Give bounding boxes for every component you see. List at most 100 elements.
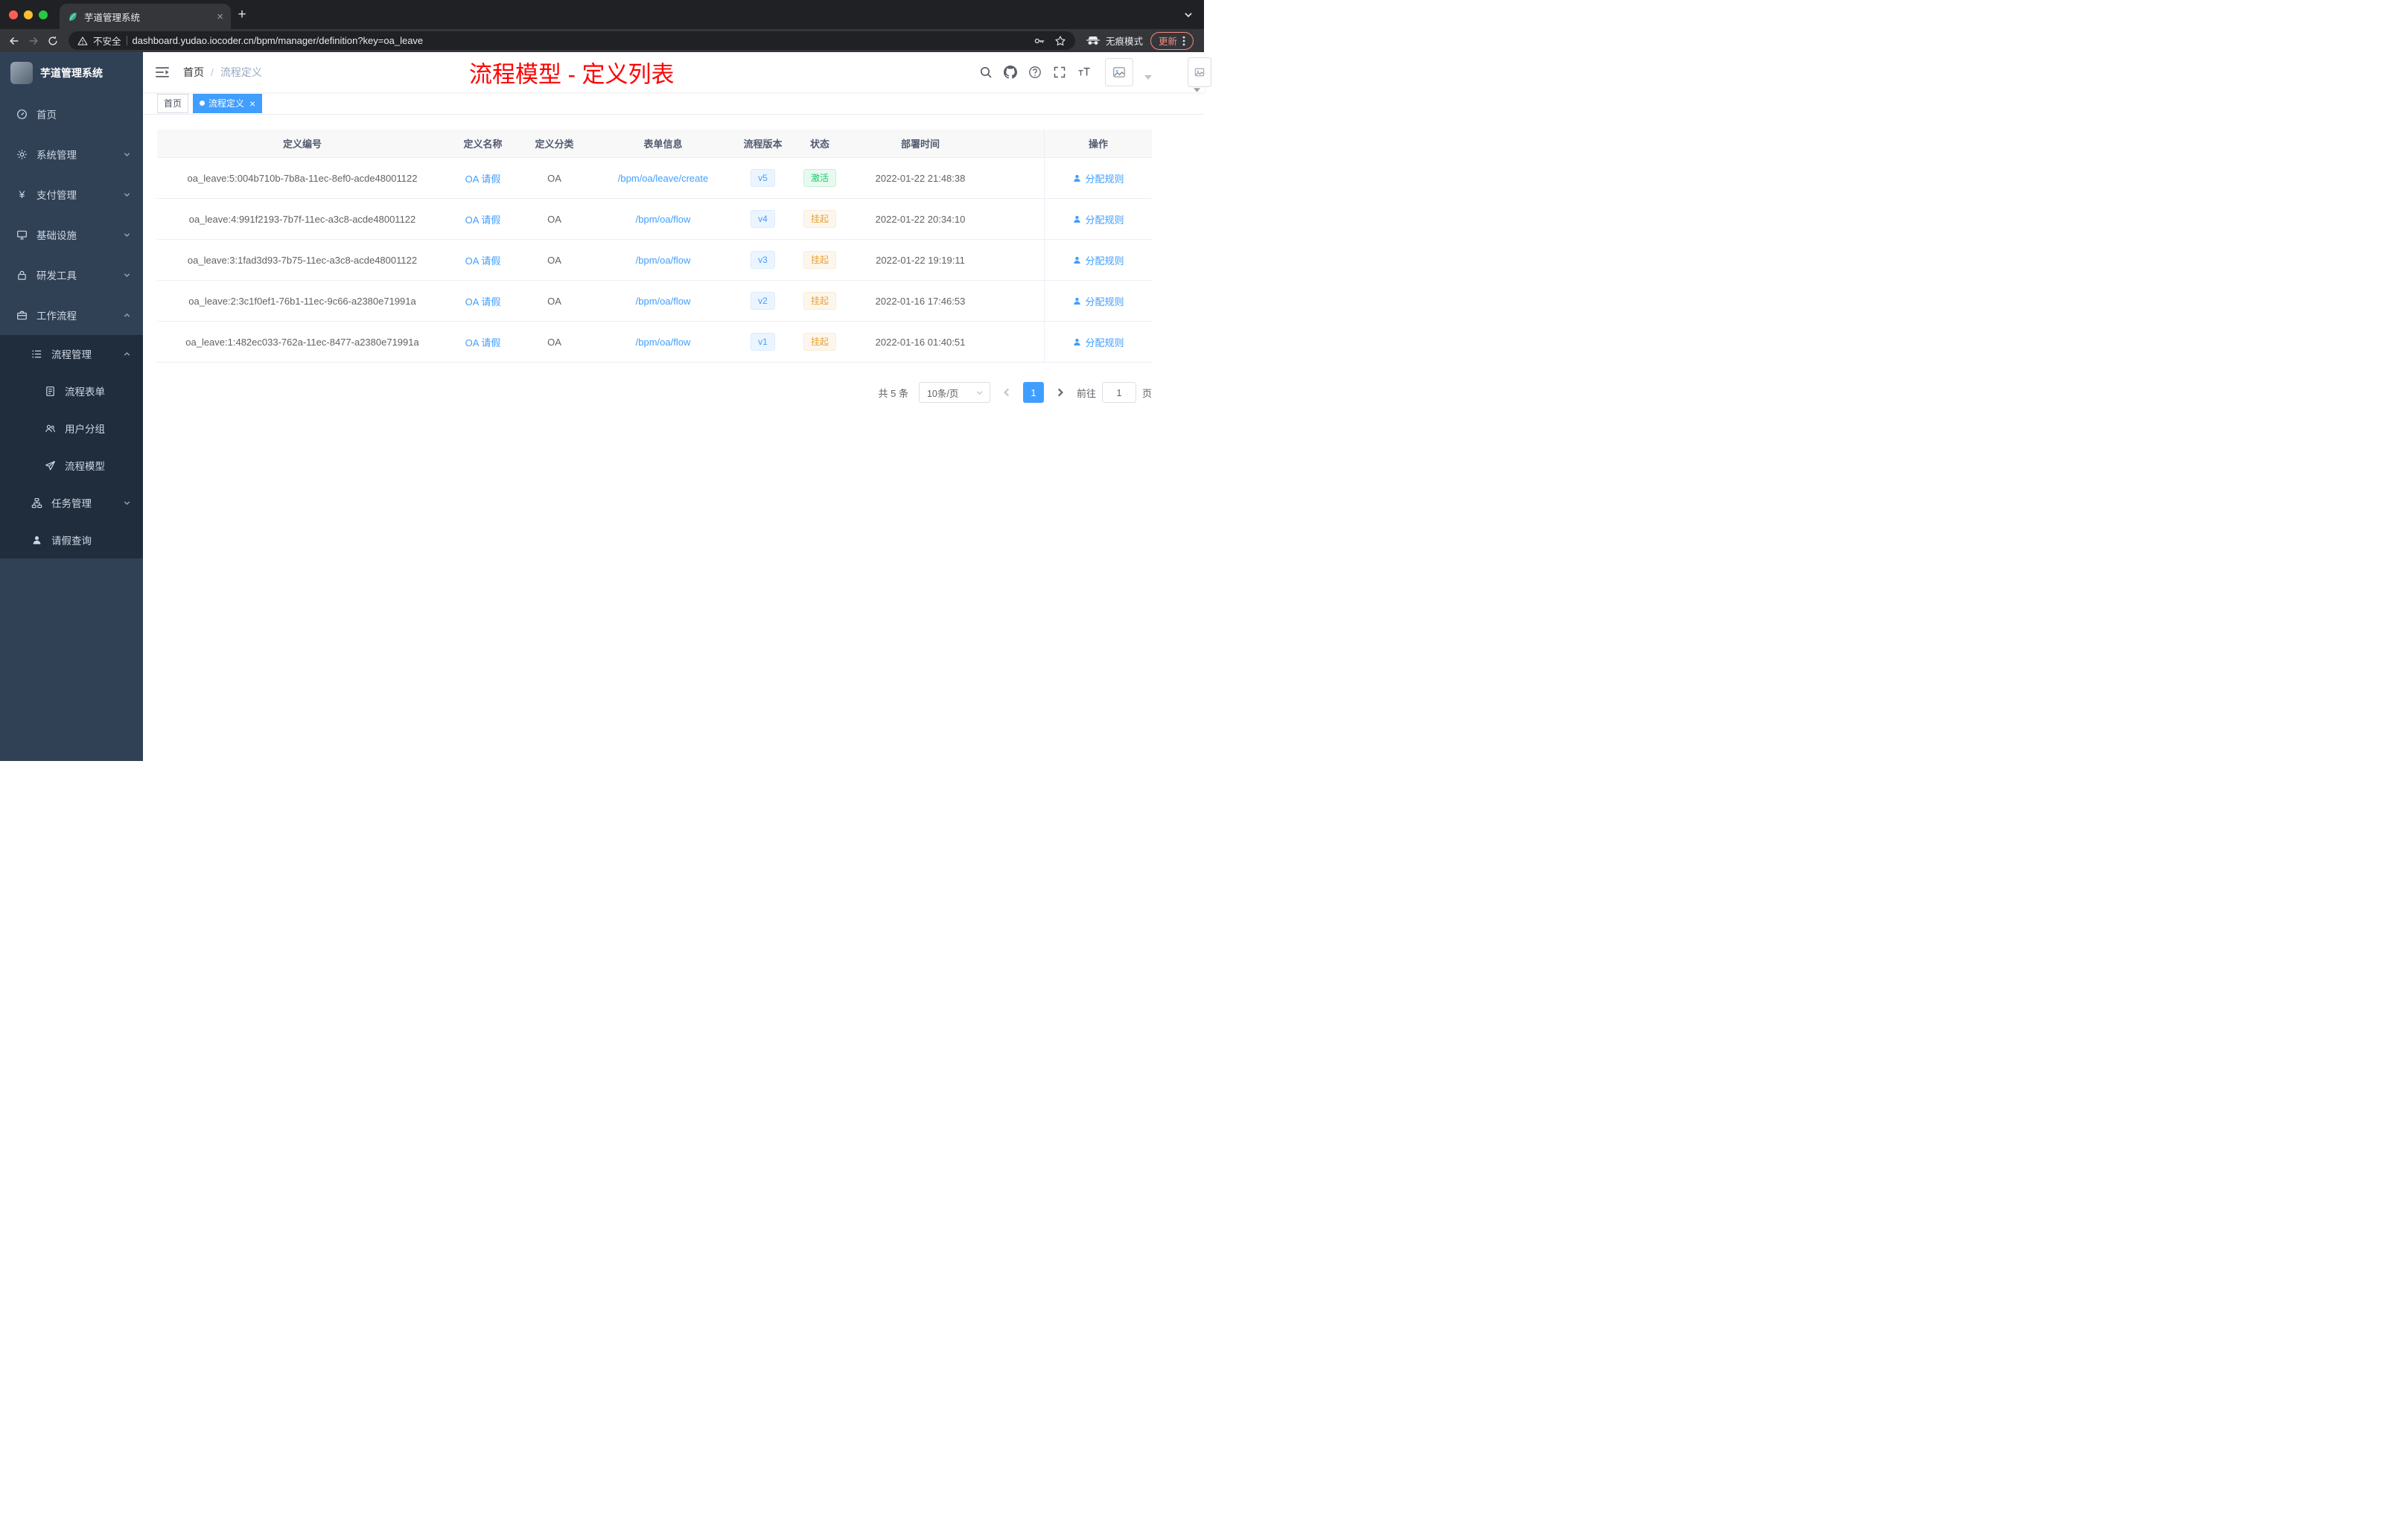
form-info-link[interactable]: /bpm/oa/flow (636, 214, 691, 225)
github-icon[interactable] (1004, 66, 1017, 79)
status-tag: 挂起 (803, 251, 836, 269)
form-info-link[interactable]: /bpm/oa/leave/create (618, 173, 708, 184)
side-caret-down-icon[interactable] (1194, 88, 1200, 92)
goto-page-input[interactable] (1101, 382, 1136, 403)
app: 芋道管理系统 首页 系统管理 ¥ 支付管理 基础设施 研发工具 工作流程 流程管… (0, 52, 1211, 761)
user-icon (1072, 337, 1082, 347)
deploy-time: 2022-01-16 01:40:51 (875, 336, 966, 348)
next-page-icon[interactable] (1054, 386, 1066, 398)
reload-icon[interactable] (43, 31, 63, 51)
security-label[interactable]: 不安全 (93, 34, 121, 48)
update-button[interactable]: 更新 (1150, 31, 1194, 50)
forward-icon[interactable] (24, 31, 43, 51)
col-deploy-time: 部署时间 (900, 138, 940, 150)
tag-close-icon[interactable]: × (249, 98, 255, 109)
tool-icon (16, 270, 28, 281)
sidebar-item-9[interactable]: 流程模型 (0, 447, 143, 484)
sidebar-item-10[interactable]: 任务管理 (0, 484, 143, 521)
side-panel-handle[interactable] (1188, 57, 1211, 87)
status-tag: 挂起 (803, 333, 836, 351)
fullscreen-icon[interactable] (1053, 66, 1066, 79)
page-size-value: 10条/页 (926, 388, 959, 399)
sidebar-item-11[interactable]: 请假查询 (0, 521, 143, 558)
sidebar-item-7[interactable]: 流程表单 (0, 372, 143, 410)
col-form-info: 表单信息 (643, 138, 683, 150)
form-info-link[interactable]: /bpm/oa/flow (636, 296, 691, 307)
url-text[interactable]: dashboard.yudao.iocoder.cn/bpm/manager/d… (133, 35, 424, 46)
sidebar-item-8[interactable]: 用户分组 (0, 410, 143, 447)
sidebar-item-3[interactable]: 基础设施 (0, 214, 143, 255)
avatar[interactable] (1105, 58, 1133, 86)
logo-title: 芋道管理系统 (40, 67, 103, 79)
not-secure-warning-icon (77, 36, 88, 46)
sidebar-item-2[interactable]: ¥ 支付管理 (0, 174, 143, 214)
form-info-link[interactable]: /bpm/oa/flow (636, 337, 691, 348)
sidebar-item-6[interactable]: 流程管理 (0, 335, 143, 372)
usergroup-icon (45, 423, 56, 434)
new-tab-button[interactable]: + (231, 4, 253, 26)
user-icon (1072, 214, 1082, 224)
app-header: 首页 / 流程定义 流程模型 - 定义列表 (143, 52, 1211, 92)
sidebar-item-0[interactable]: 首页 (0, 94, 143, 134)
user-icon (1072, 255, 1082, 265)
assign-rule-link[interactable]: 分配规则 (1072, 212, 1124, 226)
definition-id: oa_leave:1:482ec033-762a-11ec-8477-a2380… (185, 336, 419, 348)
form-info-link[interactable]: /bpm/oa/flow (636, 255, 691, 266)
definition-category: OA (547, 213, 561, 225)
sidebar-item-4[interactable]: 研发工具 (0, 255, 143, 295)
sidebar-menu: 首页 系统管理 ¥ 支付管理 基础设施 研发工具 工作流程 流程管理 流程表单 … (0, 94, 143, 761)
definition-name-link[interactable]: OA 请假 (465, 294, 501, 308)
bookmark-star-icon[interactable] (1054, 35, 1066, 47)
tag-process-definition[interactable]: 流程定义 × (193, 93, 263, 113)
tab-title: 芋道管理系统 (84, 12, 141, 23)
version-tag: v3 (751, 251, 775, 269)
tab-strip: 芋道管理系统 × + (0, 0, 1204, 29)
sidebar-item-1[interactable]: 系统管理 (0, 134, 143, 174)
chevron-up-icon (123, 350, 131, 358)
assign-rule-link[interactable]: 分配规则 (1072, 335, 1124, 349)
sidebar-logo[interactable]: 芋道管理系统 (0, 52, 143, 94)
tab-close-icon[interactable]: × (217, 11, 223, 22)
plane-icon (45, 460, 56, 471)
question-icon[interactable] (1028, 66, 1042, 79)
select-chevron-down-icon (975, 389, 984, 397)
sidebar-item-label: 首页 (36, 109, 57, 121)
search-icon[interactable] (979, 66, 993, 79)
page-1-button[interactable]: 1 (1022, 382, 1044, 403)
assign-rule-link[interactable]: 分配规则 (1072, 253, 1124, 267)
user-icon (1072, 173, 1082, 183)
definition-name-link[interactable]: OA 请假 (465, 171, 501, 185)
hamburger-icon[interactable] (155, 66, 170, 79)
assign-rule-link[interactable]: 分配规则 (1072, 171, 1124, 185)
browser-menu-dots-icon[interactable] (1182, 36, 1185, 46)
table-row: oa_leave:1:482ec033-762a-11ec-8477-a2380… (157, 322, 1152, 363)
tab-search-chevron-icon[interactable] (1183, 10, 1194, 20)
close-window-button[interactable] (9, 10, 18, 19)
prev-page-icon[interactable] (1001, 386, 1013, 398)
definition-name-link[interactable]: OA 请假 (465, 335, 501, 349)
definition-name-link[interactable]: OA 请假 (465, 253, 501, 267)
red-annotation-title: 流程模型 - 定义列表 (469, 61, 675, 88)
sidebar-item-5[interactable]: 工作流程 (0, 295, 143, 335)
zoom-window-button[interactable] (39, 10, 48, 19)
definition-name-link[interactable]: OA 请假 (465, 212, 501, 226)
tags-view: 首页 流程定义 × (143, 92, 1204, 115)
avatar-caret-down-icon[interactable] (1144, 75, 1152, 80)
minimize-window-button[interactable] (24, 10, 33, 19)
address-bar[interactable]: 不安全 dashboard.yudao.iocoder.cn/bpm/manag… (69, 31, 1075, 50)
sidebar-item-label: 流程管理 (51, 349, 92, 360)
deploy-time: 2022-01-16 17:46:53 (875, 295, 966, 307)
update-label: 更新 (1158, 36, 1177, 47)
key-icon[interactable] (1033, 35, 1045, 47)
broken-image-icon (1112, 66, 1126, 79)
briefcase-icon (16, 310, 28, 321)
fontsize-icon[interactable] (1077, 66, 1091, 79)
form-icon (45, 386, 56, 397)
goto-page: 前往 页 (1077, 382, 1152, 403)
assign-rule-link[interactable]: 分配规则 (1072, 294, 1124, 308)
back-icon[interactable] (4, 31, 24, 51)
page-size-select[interactable]: 10条/页 (918, 382, 990, 403)
tag-home[interactable]: 首页 (157, 93, 189, 113)
breadcrumb-home[interactable]: 首页 (183, 65, 204, 80)
browser-tab[interactable]: 芋道管理系统 × (60, 4, 231, 29)
